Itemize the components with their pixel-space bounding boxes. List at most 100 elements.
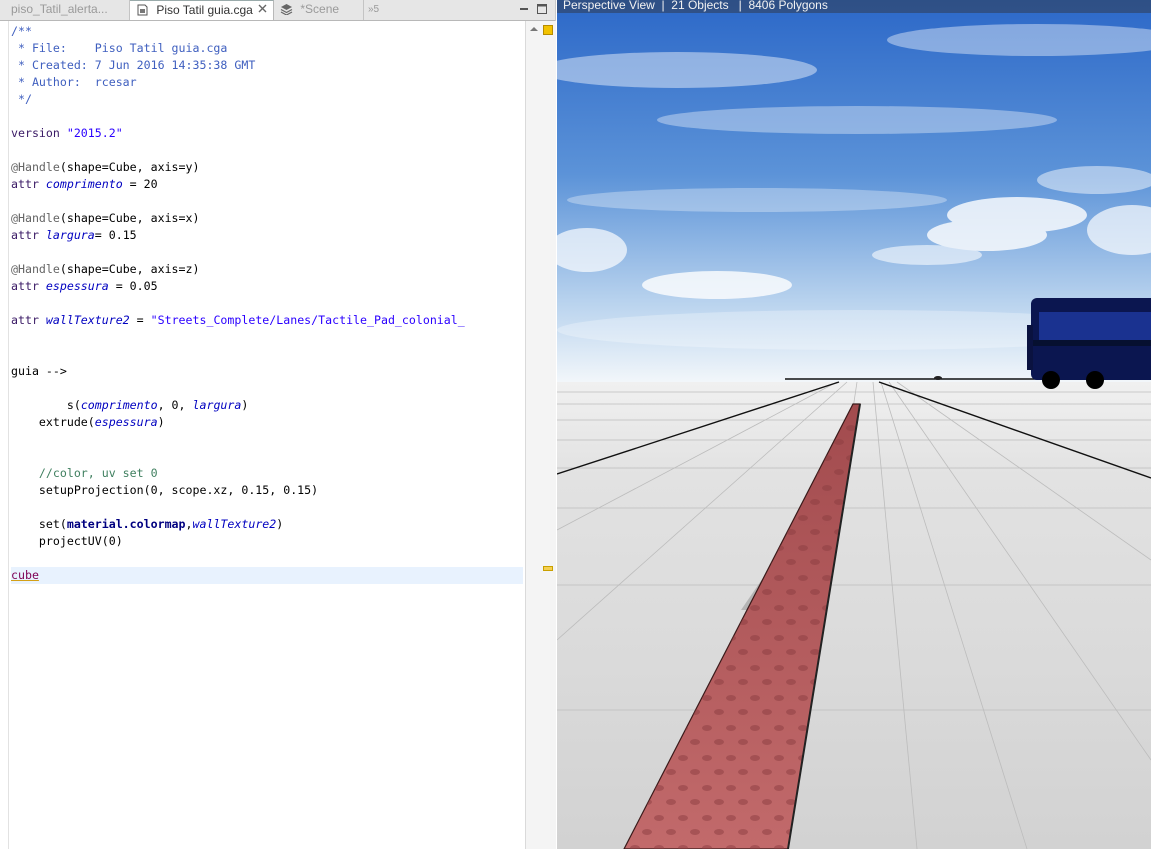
code-token: , xyxy=(185,517,193,531)
code-token: * File: Piso Tatil guia.cga xyxy=(11,41,228,55)
code-token: ) xyxy=(276,517,284,531)
code-token: wallTexture2 xyxy=(192,517,277,531)
tab-label: *Scene xyxy=(300,2,340,16)
tab-piso-tatil-alerta[interactable]: piso_Tatil_alerta... xyxy=(0,0,130,20)
code-line[interactable] xyxy=(11,329,523,346)
code-line[interactable]: attr wallTexture2 = "Streets_Complete/La… xyxy=(11,312,523,329)
viewport-header: Perspective View | 21 Objects | 8406 Pol… xyxy=(557,0,1151,13)
code-line[interactable]: @Handle(shape=Cube, axis=z) xyxy=(11,261,523,278)
code-line[interactable]: * Created: 7 Jun 2016 14:35:38 GMT xyxy=(11,57,523,74)
view-name[interactable]: Perspective View xyxy=(563,0,655,12)
code-line[interactable]: @Handle(shape=Cube, axis=x) xyxy=(11,210,523,227)
tab-label: Piso Tatil guia.cga xyxy=(156,3,253,17)
code-token: , 0, xyxy=(157,398,193,412)
code-token: attr xyxy=(11,228,46,242)
code-line[interactable]: @Handle(shape=Cube, axis=y) xyxy=(11,159,523,176)
code-token: cube xyxy=(11,568,39,582)
code-token: set( xyxy=(11,517,67,531)
editor-tab-bar: piso_Tatil_alerta... Piso Tatil guia.cga… xyxy=(0,0,555,21)
polygon-count: 8406 Polygons xyxy=(748,0,828,12)
code-line[interactable]: * File: Piso Tatil guia.cga xyxy=(11,40,523,57)
code-token: espessura xyxy=(45,279,109,293)
code-token: (shape=Cube, axis=y) xyxy=(59,160,200,174)
code-line[interactable]: */ xyxy=(11,91,523,108)
code-line[interactable] xyxy=(11,448,523,465)
code-token: wallTexture2 xyxy=(45,313,130,327)
code-line[interactable]: set(material.colormap,wallTexture2) xyxy=(11,516,523,533)
perspective-viewport[interactable]: Perspective View | 21 Objects | 8406 Pol… xyxy=(557,0,1151,849)
code-token: (shape=Cube, axis=x) xyxy=(59,211,200,225)
code-line[interactable] xyxy=(11,346,523,363)
code-line[interactable]: version "2015.2" xyxy=(11,125,523,142)
code-token: material.colormap xyxy=(66,517,186,531)
overview-ruler[interactable] xyxy=(525,21,556,849)
code-line[interactable]: * Author: rcesar xyxy=(11,74,523,91)
code-token: ) xyxy=(157,415,165,429)
code-token: @Handle xyxy=(11,211,60,225)
code-token: */ xyxy=(11,92,32,106)
code-token: projectUV(0) xyxy=(11,534,123,548)
code-line[interactable] xyxy=(11,550,523,567)
code-line[interactable] xyxy=(11,295,523,312)
code-line[interactable] xyxy=(11,108,523,125)
code-token: * Created: 7 Jun 2016 14:35:38 GMT xyxy=(11,58,256,72)
code-line[interactable]: projectUV(0) xyxy=(11,533,523,550)
code-line[interactable]: attr espessura = 0.05 xyxy=(11,278,523,295)
bus-model xyxy=(1027,298,1151,389)
code-token: espessura xyxy=(94,415,158,429)
code-token: guia --> xyxy=(11,364,67,378)
code-token: (shape=Cube, axis=z) xyxy=(59,262,200,276)
code-token: @Handle xyxy=(11,160,60,174)
tab-piso-tatil-guia[interactable]: Piso Tatil guia.cga xyxy=(130,0,274,20)
code-line[interactable] xyxy=(11,193,523,210)
code-token: setupProjection(0, scope.xz, 0.15, 0.15) xyxy=(11,483,319,497)
code-token: = xyxy=(129,313,151,327)
code-token: = 0.15 xyxy=(94,228,137,242)
minimize-icon[interactable] xyxy=(518,3,530,15)
scroll-up-icon[interactable] xyxy=(529,25,539,33)
overflow-tabs-icon[interactable]: »5 xyxy=(364,0,394,20)
code-token: extrude( xyxy=(11,415,95,429)
scene-layers-icon xyxy=(280,4,293,15)
code-token: = 20 xyxy=(122,177,158,191)
code-line[interactable] xyxy=(11,142,523,159)
code-token: s( xyxy=(11,398,81,412)
code-token: attr xyxy=(11,279,46,293)
code-line[interactable]: s(comprimento, 0, largura) xyxy=(11,397,523,414)
code-token: //color, uv set 0 xyxy=(38,466,158,480)
code-line[interactable]: guia --> xyxy=(11,363,523,380)
maximize-icon[interactable] xyxy=(536,3,548,15)
code-line[interactable]: setupProjection(0, scope.xz, 0.15, 0.15) xyxy=(11,482,523,499)
ground-plane xyxy=(557,382,1151,849)
code-token: @Handle xyxy=(11,262,60,276)
code-editor-pane: piso_Tatil_alerta... Piso Tatil guia.cga… xyxy=(0,0,556,849)
cga-file-icon xyxy=(137,4,148,16)
tab-scene[interactable]: *Scene xyxy=(274,0,364,20)
code-line[interactable] xyxy=(11,244,523,261)
code-token: "Streets_Complete/Lanes/Tactile_Pad_colo… xyxy=(150,313,465,327)
code-line[interactable] xyxy=(11,380,523,397)
code-token: attr xyxy=(11,177,46,191)
code-line[interactable]: //color, uv set 0 xyxy=(11,465,523,482)
code-token: = 0.05 xyxy=(108,279,158,293)
code-line[interactable]: attr largura= 0.15 xyxy=(11,227,523,244)
code-token: largura xyxy=(45,228,95,242)
close-icon[interactable] xyxy=(258,4,267,13)
code-token: largura xyxy=(192,398,242,412)
code-token: ) xyxy=(241,398,249,412)
code-line[interactable]: cube xyxy=(11,567,523,584)
code-token: /** xyxy=(11,24,32,38)
code-line[interactable]: attr comprimento = 20 xyxy=(11,176,523,193)
object-count: 21 Objects xyxy=(671,0,729,12)
code-token: attr xyxy=(11,313,46,327)
code-line[interactable]: /** xyxy=(11,23,523,40)
code-line[interactable]: extrude(espessura) xyxy=(11,414,523,431)
code-text-area[interactable]: /** * File: Piso Tatil guia.cga * Create… xyxy=(11,23,523,849)
code-line[interactable] xyxy=(11,431,523,448)
distant-object xyxy=(934,376,942,380)
code-token: "2015.2" xyxy=(66,126,123,140)
occurrence-marker[interactable] xyxy=(543,566,553,571)
warning-marker[interactable] xyxy=(543,25,553,35)
code-line[interactable] xyxy=(11,499,523,516)
